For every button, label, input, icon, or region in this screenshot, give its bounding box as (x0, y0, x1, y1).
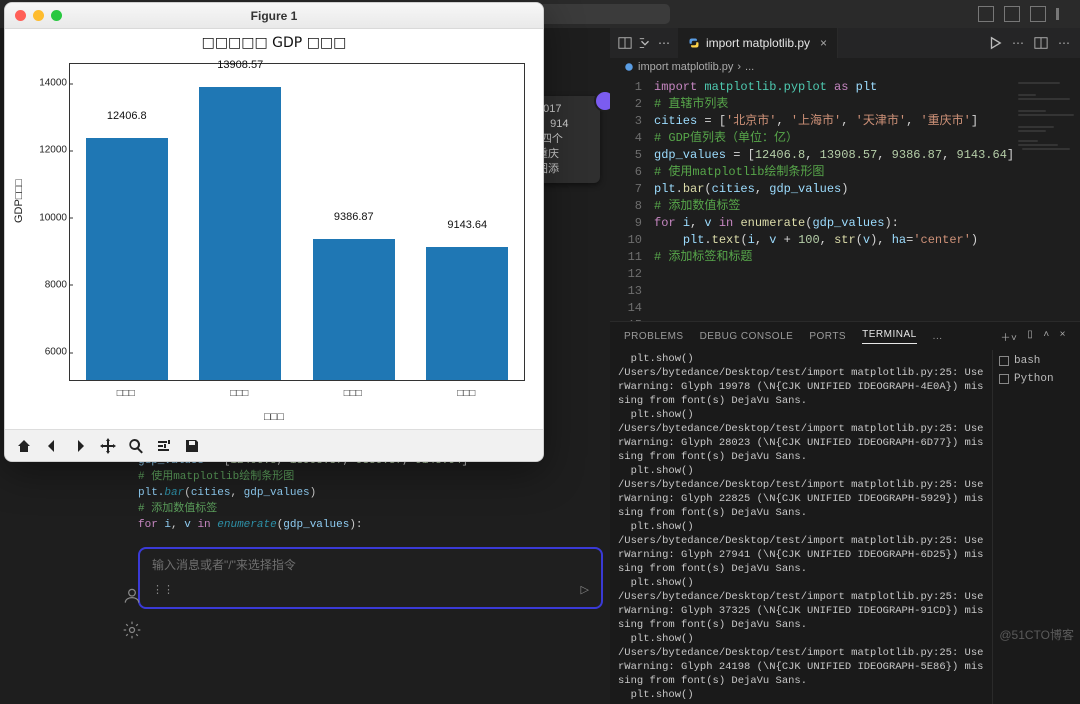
breadcrumb[interactable]: import matplotlib.py › ... (610, 58, 1080, 76)
tab-label: import matplotlib.py (706, 36, 810, 50)
matplotlib-window[interactable]: Figure 1 □□□□□ GDP □□□ GDP□□□ □□□ 12406.… (4, 2, 544, 462)
python-file-icon (624, 62, 634, 72)
x-tick: □□□ (117, 388, 135, 399)
panel-tab-problems[interactable]: PROBLEMS (624, 331, 684, 342)
gear-icon[interactable] (122, 620, 142, 640)
loading-icon: ⋮⋮ (152, 583, 174, 599)
chevron-up-icon[interactable]: ˄ (1043, 329, 1049, 344)
y-axis-label: GDP□□□ (13, 179, 25, 223)
bar-value-label: 9143.64 (447, 219, 487, 231)
y-tick: 12000 (39, 145, 67, 156)
configure-icon[interactable] (151, 433, 177, 459)
code-editor[interactable]: 12345678910111213141516 import matplotli… (610, 76, 1080, 321)
bar-value-label: 13908.57 (217, 59, 263, 71)
terminal-entry-python[interactable]: Python (999, 372, 1074, 386)
minimap[interactable] (1012, 76, 1080, 321)
terminal-list: bash Python (992, 350, 1080, 704)
back-icon[interactable] (39, 433, 65, 459)
x-tick: □□□ (230, 388, 248, 399)
bar-value-label: 12406.8 (107, 110, 147, 122)
panel-right-icon[interactable] (1030, 6, 1046, 22)
forward-icon[interactable] (67, 433, 93, 459)
terminal-icon (999, 356, 1009, 366)
x-tick: □□□ (344, 388, 362, 399)
y-tick: 8000 (45, 279, 67, 290)
chat-panel: gdp_values = [12406.8, 13908.57, 9386.87… (138, 453, 603, 653)
terminal-output[interactable]: plt.show()/Users/bytedance/Desktop/test/… (610, 350, 992, 704)
x-axis-label: □□□ (5, 411, 543, 423)
terminal-icon (999, 374, 1009, 384)
home-icon[interactable] (11, 433, 37, 459)
window-title: Figure 1 (251, 9, 298, 23)
y-tick: 14000 (39, 78, 67, 89)
minimize-icon[interactable] (33, 10, 44, 21)
plot-area: 12406.813908.579386.879143.64 (69, 63, 525, 381)
close-icon[interactable]: × (1060, 329, 1066, 344)
tab-import-matplotlib[interactable]: import matplotlib.py × (678, 28, 838, 58)
ellipsis-icon[interactable]: ⋯ (1012, 36, 1024, 50)
zoom-icon[interactable] (123, 433, 149, 459)
bar (199, 87, 281, 380)
close-icon[interactable]: × (820, 36, 827, 50)
account-icon[interactable] (122, 586, 142, 606)
split-editor-icon[interactable] (618, 36, 632, 50)
titlebar-layout-controls (978, 6, 1072, 22)
bar (426, 247, 508, 380)
mpl-titlebar[interactable]: Figure 1 (5, 3, 543, 29)
y-tick: 10000 (39, 212, 67, 223)
panel-tab-...[interactable]: ... (933, 331, 943, 342)
bar-value-label: 9386.87 (334, 211, 374, 223)
panel-tab-ports[interactable]: PORTS (809, 331, 846, 342)
bar (313, 239, 395, 380)
customize-layout-icon[interactable] (1056, 6, 1072, 22)
bar (86, 138, 168, 380)
run-icon[interactable] (988, 36, 1002, 50)
more-actions-icon[interactable] (638, 36, 652, 50)
maximize-icon[interactable] (51, 10, 62, 21)
split-terminal-icon[interactable]: ▯ (1027, 329, 1033, 344)
ellipsis-icon[interactable]: ⋯ (658, 36, 670, 50)
chat-input[interactable]: 输入消息或者"/"来选择指令 ⋮⋮ ▷ (138, 547, 603, 609)
send-icon[interactable]: ▷ (581, 583, 589, 599)
panel-left-icon[interactable] (978, 6, 994, 22)
x-tick: □□□ (457, 388, 475, 399)
python-file-icon (688, 37, 700, 49)
pan-icon[interactable] (95, 433, 121, 459)
panel-bottom-icon[interactable] (1004, 6, 1020, 22)
mpl-toolbar (5, 429, 543, 461)
traffic-lights (15, 10, 62, 21)
y-tick: 6000 (45, 347, 67, 358)
panel-tab-terminal[interactable]: TERMINAL (862, 329, 917, 344)
watermark: @51CTO博客 (999, 626, 1074, 643)
panel-tab-debug-console[interactable]: DEBUG CONSOLE (700, 331, 794, 342)
new-terminal-icon[interactable]: ＋˅ (1000, 329, 1017, 344)
split-editor-icon[interactable] (1034, 36, 1048, 50)
figure-canvas: □□□□□ GDP □□□ GDP□□□ □□□ 12406.8 13908.57… (5, 29, 543, 429)
ellipsis-icon[interactable]: ⋯ (1058, 36, 1070, 50)
close-icon[interactable] (15, 10, 26, 21)
chat-placeholder: 输入消息或者"/"来选择指令 (152, 557, 589, 573)
editor-tabstrip: ⋯ import matplotlib.py × ⋯ ⋯ (610, 28, 1080, 58)
panel-tabs: PROBLEMS DEBUG CONSOLE PORTS TERMINAL... ＋˅… (610, 322, 1080, 350)
save-icon[interactable] (179, 433, 205, 459)
terminal-entry-bash[interactable]: bash (999, 354, 1074, 368)
chart-title: □□□□□ GDP □□□ (5, 29, 543, 51)
